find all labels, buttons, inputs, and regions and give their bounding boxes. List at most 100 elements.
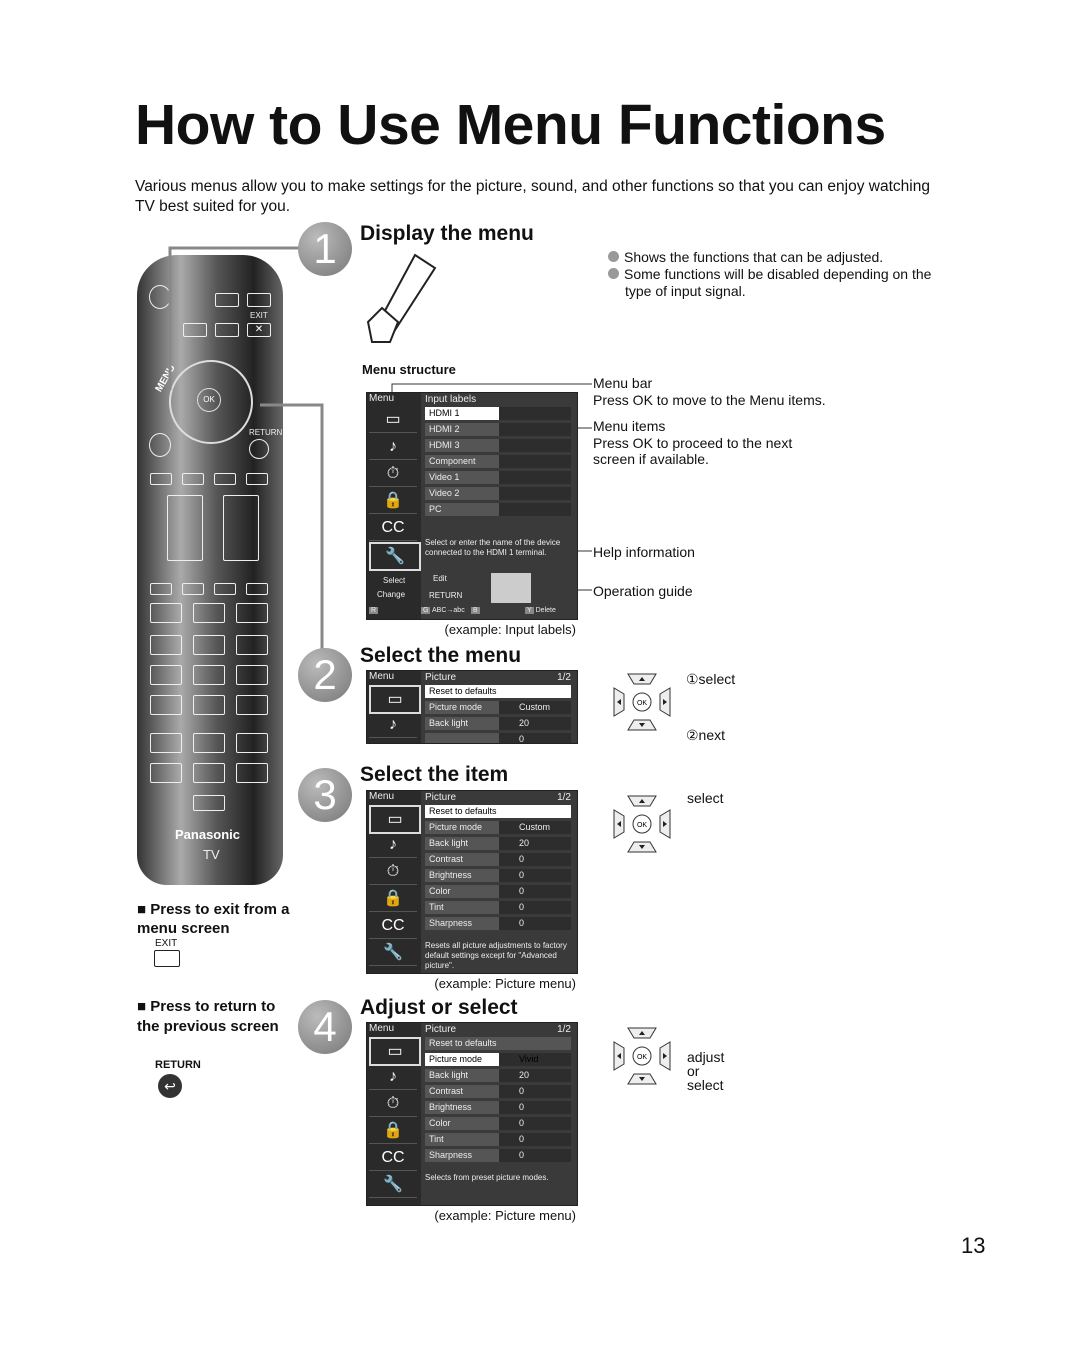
menu-item[interactable]: 0	[425, 733, 571, 743]
remote-button[interactable]	[236, 763, 268, 783]
menu-bar-label: Menu	[369, 393, 395, 404]
exit-key-icon	[154, 950, 180, 967]
exit-note: ■ Press to exit from a menu screen	[137, 901, 290, 937]
screen-title: Picture	[425, 792, 457, 803]
connector-lines	[168, 246, 324, 650]
picture-icon[interactable]: ▭	[369, 805, 421, 834]
brand-logo: Panasonic	[175, 827, 241, 842]
screen-title: Picture	[425, 1024, 457, 1035]
menu-bar-callout: Menu bar	[593, 375, 653, 391]
menu-item[interactable]: Color 0	[425, 885, 571, 898]
menu-item[interactable]: Reset to defaults	[425, 1037, 571, 1050]
remote-button[interactable]	[150, 733, 182, 753]
navigation-pad-icon: OK	[613, 673, 671, 731]
menu-item[interactable]: Reset to defaults	[425, 805, 571, 818]
menu-sidebar: Menu ▭♪⏱🔒CC🔧	[367, 791, 421, 973]
picture-icon[interactable]: ▭	[369, 1037, 421, 1066]
screen-page: 1/2	[557, 1024, 571, 1035]
sound-icon[interactable]: ♪	[369, 832, 417, 858]
remote-button[interactable]	[193, 733, 225, 753]
remote-button[interactable]	[236, 695, 268, 715]
setup-icon[interactable]: 🔧	[369, 542, 421, 571]
menu-bar-label: Menu	[369, 671, 395, 682]
setup-icon[interactable]: 🔧	[369, 940, 417, 966]
menu-item[interactable]: PC	[425, 503, 571, 516]
menu-item[interactable]: Brightness 0	[425, 869, 571, 882]
menu-screen: Menu ▭♪⏱🔒CC🔧 Picture 1/2 Reset to defaults…	[366, 1022, 578, 1206]
timer-icon[interactable]: ⏱	[369, 859, 417, 885]
step-3-heading: Select the item	[360, 763, 509, 786]
picture-icon[interactable]: ▭	[369, 407, 417, 433]
remote-button[interactable]	[193, 795, 225, 811]
remote-button[interactable]	[150, 763, 182, 783]
blue-key: B	[471, 607, 480, 614]
menu-item[interactable]: Tint 0	[425, 901, 571, 914]
menu-item[interactable]: Sharpness 0	[425, 1149, 571, 1162]
menu-sidebar: Menu ▭♪⏱🔒CC🔧	[367, 1023, 421, 1205]
picture-icon[interactable]: ▭	[369, 685, 421, 714]
menu-item[interactable]: Video 1	[425, 471, 571, 484]
menu-item[interactable]: Tint 0	[425, 1133, 571, 1146]
menu-item[interactable]: Color 0	[425, 1117, 571, 1130]
menu-item[interactable]: Picture mode Vivid	[425, 1053, 571, 1066]
yellow-key: Y	[525, 607, 534, 614]
step-4-heading: Adjust or select	[360, 996, 518, 1019]
manual-page: How to Use Menu Functions Various menus …	[0, 0, 1080, 1353]
menu-item[interactable]: Reset to defaults	[425, 685, 571, 698]
cc-icon[interactable]: CC	[369, 515, 417, 541]
intro-text: Various menus allow you to make settings…	[135, 178, 930, 215]
step-4-number: 4	[298, 1000, 352, 1054]
menu-structure-label: Menu structure	[362, 362, 456, 377]
hand-pressing-icon	[366, 253, 437, 343]
timer-icon[interactable]: ⏱	[369, 1091, 417, 1117]
menu-item[interactable]: HDMI 1	[425, 407, 571, 420]
lock-icon[interactable]: 🔒	[369, 488, 417, 514]
sound-icon[interactable]: ♪	[369, 1064, 417, 1090]
menu-bar-label: Menu	[369, 791, 395, 802]
remote-button[interactable]	[236, 733, 268, 753]
remote-button[interactable]	[193, 695, 225, 715]
note-item: Some functions will be disabled dependin…	[608, 266, 938, 300]
menu-item[interactable]: Back light 20	[425, 837, 571, 850]
screen-page: 1/2	[557, 792, 571, 803]
cc-icon[interactable]: CC	[369, 913, 417, 939]
cc-icon[interactable]: CC	[369, 1145, 417, 1171]
menu-item[interactable]: Video 2	[425, 487, 571, 500]
timer-icon[interactable]: ⏱	[369, 461, 417, 487]
navigation-pad-icon: OK	[613, 1027, 671, 1085]
menu-items-callout: Menu items	[593, 418, 666, 434]
svg-text:OK: OK	[637, 822, 647, 829]
step-1-number: 1	[298, 222, 352, 276]
remote-button[interactable]	[150, 695, 182, 715]
lock-icon[interactable]: 🔒	[369, 886, 417, 912]
menu-item[interactable]: Component	[425, 455, 571, 468]
menu-item[interactable]: Back light 20	[425, 717, 571, 730]
sound-icon[interactable]: ♪	[369, 712, 417, 738]
menu-item[interactable]: Back light 20	[425, 1069, 571, 1082]
help-text: Select or enter the name of the device c…	[425, 538, 561, 557]
menu-item[interactable]: Picture mode Custom	[425, 821, 571, 834]
screen-caption: (example: Picture menu)	[434, 1208, 576, 1223]
screen-title: Picture	[425, 672, 457, 683]
remote-button[interactable]	[193, 763, 225, 783]
menu-item[interactable]: Sharpness 0	[425, 917, 571, 930]
guide-change: Change	[377, 590, 406, 599]
timer-icon[interactable]: ⏱	[369, 739, 417, 743]
menu-item[interactable]: HDMI 3	[425, 439, 571, 452]
note-item: Shows the functions that can be adjusted…	[608, 249, 938, 266]
tv-label: TV	[203, 847, 220, 862]
svg-text:OK: OK	[637, 700, 647, 707]
sound-icon[interactable]: ♪	[369, 434, 417, 460]
guide-callout: Operation guide	[593, 583, 693, 599]
menu-item[interactable]: Brightness 0	[425, 1101, 571, 1114]
menu-screen: Menu ▭♪⏱🔒CC🔧 Picture 1/2 Reset to defaults…	[366, 790, 578, 974]
pad-label-select: select	[687, 790, 724, 806]
setup-icon[interactable]: 🔧	[369, 1172, 417, 1198]
menu-item[interactable]: Contrast 0	[425, 1085, 571, 1098]
lock-icon[interactable]: 🔒	[369, 1118, 417, 1144]
menu-item[interactable]: HDMI 2	[425, 423, 571, 436]
menu-screen: Menu ▭ ♪ ⏱ 🔒 CC 🔧 Input labels HDMI 1 HDMI 2 HDM…	[366, 392, 578, 620]
menu-item[interactable]: Picture mode Custom	[425, 701, 571, 714]
help-callout: Help information	[593, 544, 695, 560]
menu-item[interactable]: Contrast 0	[425, 853, 571, 866]
